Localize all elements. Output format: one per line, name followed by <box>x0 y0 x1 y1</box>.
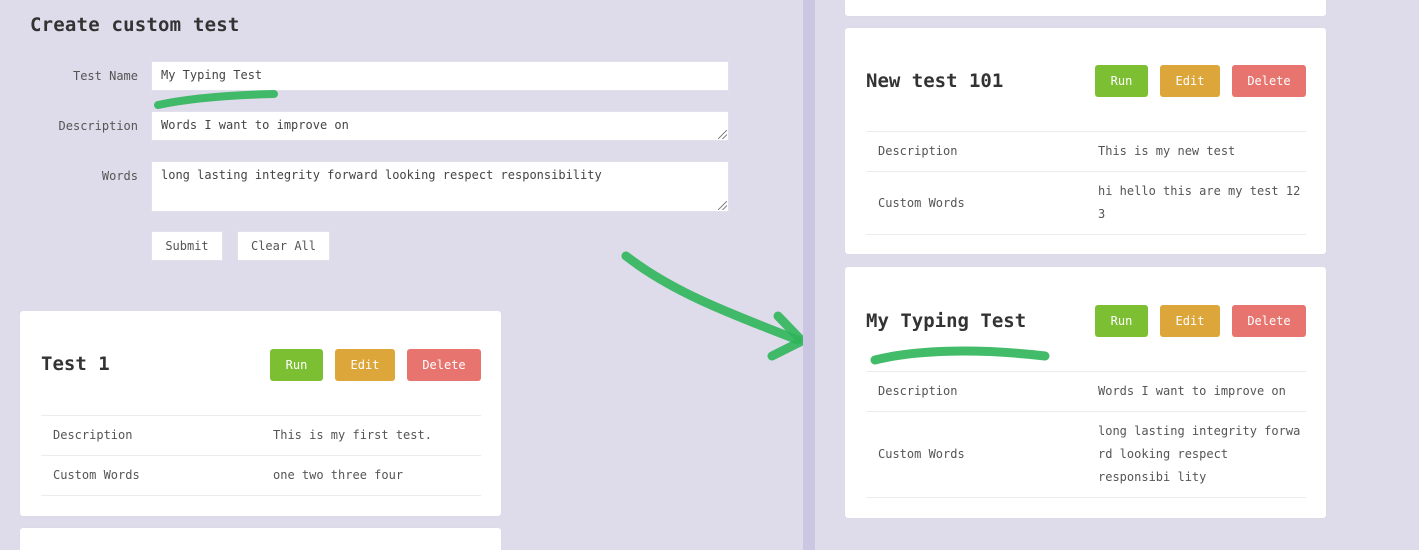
card-title: New test 101 <box>866 70 1004 92</box>
custom-words-label: Custom Words <box>878 196 965 210</box>
divider <box>866 234 1306 235</box>
description-label: Description <box>878 384 958 398</box>
resize-grip-icon[interactable] <box>718 201 727 210</box>
description-textarea[interactable]: Words I want to improve on <box>151 111 729 141</box>
divider <box>866 371 1306 372</box>
words-textarea[interactable]: long lasting integrity forward looking r… <box>151 161 729 212</box>
resize-grip-icon[interactable] <box>718 130 727 139</box>
description-value: This is my new test <box>1098 144 1236 158</box>
delete-button[interactable]: Delete <box>1232 65 1306 97</box>
test-card: Test 1 Run Edit Delete Description This … <box>20 311 501 516</box>
edit-button[interactable]: Edit <box>1160 65 1220 97</box>
test-name-label: Test Name <box>72 69 138 83</box>
divider <box>41 455 481 456</box>
words-label: Words <box>101 169 138 183</box>
test-name-row: Test Name My Typing Test <box>0 61 730 91</box>
right-panel: New test 101 Run Edit Delete Description… <box>815 0 1419 550</box>
form-title: Create custom test <box>30 14 240 36</box>
description-label: Description <box>878 144 958 158</box>
clear-all-button[interactable]: Clear All <box>237 231 330 261</box>
words-row: Words long lasting integrity forward loo… <box>0 161 730 212</box>
annotation-arrow <box>621 251 803 361</box>
card-title: Test 1 <box>41 353 110 375</box>
description-label: Description <box>53 428 133 442</box>
description-row: Description Words I want to improve on <box>0 111 730 141</box>
description-textarea-value: Words I want to improve on <box>161 118 349 132</box>
description-value: This is my first test. <box>273 428 432 442</box>
card-title: My Typing Test <box>866 310 1027 332</box>
description-label: Description <box>58 119 138 133</box>
divider <box>41 415 481 416</box>
run-button[interactable]: Run <box>1095 305 1148 337</box>
divider <box>41 495 481 496</box>
custom-words-value: long lasting integrity forwa rd looking … <box>1098 424 1301 484</box>
test-card-partial <box>845 0 1326 16</box>
custom-words-label: Custom Words <box>53 468 140 482</box>
words-textarea-value: long lasting integrity forward looking r… <box>161 168 602 182</box>
test-card-partial <box>20 528 501 550</box>
run-button[interactable]: Run <box>270 349 323 381</box>
divider <box>866 131 1306 132</box>
submit-button[interactable]: Submit <box>151 231 223 261</box>
test-card: My Typing Test Run Edit Delete Descripti… <box>845 267 1326 518</box>
custom-words-label: Custom Words <box>878 447 965 461</box>
left-panel: Create custom test Test Name My Typing T… <box>0 0 803 550</box>
custom-words-value: hi hello this are my test 12 3 <box>1098 184 1301 221</box>
divider <box>866 411 1306 412</box>
delete-button[interactable]: Delete <box>407 349 481 381</box>
run-button[interactable]: Run <box>1095 65 1148 97</box>
test-name-input[interactable]: My Typing Test <box>151 61 729 91</box>
test-card: New test 101 Run Edit Delete Description… <box>845 28 1326 254</box>
divider <box>866 497 1306 498</box>
custom-words-value: one two three four <box>273 468 404 482</box>
edit-button[interactable]: Edit <box>335 349 395 381</box>
divider <box>866 171 1306 172</box>
description-value: Words I want to improve on <box>1098 384 1286 398</box>
edit-button[interactable]: Edit <box>1160 305 1220 337</box>
split-divider <box>803 0 815 550</box>
delete-button[interactable]: Delete <box>1232 305 1306 337</box>
